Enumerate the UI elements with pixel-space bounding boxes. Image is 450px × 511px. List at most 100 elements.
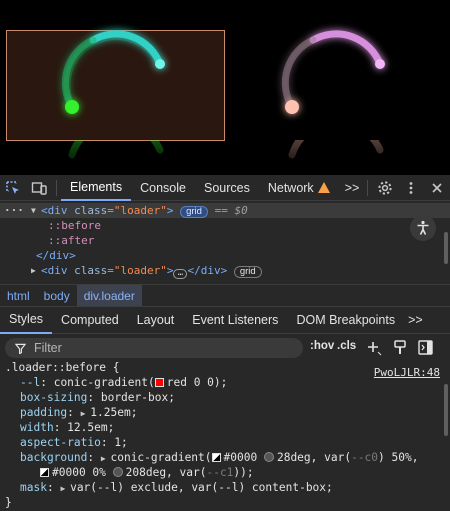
prop-name: width: [20, 421, 54, 434]
breadcrumb-body-label: body: [43, 288, 70, 303]
page-preview: [0, 0, 450, 175]
decl-background[interactable]: background: ▶ conic-gradient(#0000 28deg…: [20, 450, 418, 465]
prop-value: 28deg, var(: [276, 451, 352, 464]
expand-shorthand-icon[interactable]: ▶: [60, 484, 70, 493]
tree-node-close-div[interactable]: </div>: [0, 248, 450, 263]
decl-box-sizing[interactable]: box-sizing: border-box;: [20, 390, 175, 405]
tree-node-second-div[interactable]: ▶ <div class="loader">… </div> grid: [0, 263, 450, 279]
settings-gear-icon[interactable]: [372, 175, 398, 201]
collapsed-children-ellipsis[interactable]: …: [173, 269, 188, 279]
hov-toggle-button[interactable]: :hov: [310, 340, 334, 352]
more-tabs-button[interactable]: >>: [339, 175, 366, 201]
prop-value: ));: [233, 466, 254, 479]
rule-close-brace: }: [5, 495, 12, 510]
more-tabs-label: >>: [344, 180, 360, 195]
prop-value: ) 50%,: [378, 451, 419, 464]
breadcrumb: html body div.loader: [0, 284, 450, 307]
accessibility-icon[interactable]: [410, 215, 436, 241]
prop-name: box-sizing: [20, 391, 88, 404]
grid-badge[interactable]: grid: [233, 266, 262, 278]
prop-var-faded: --c0: [351, 451, 379, 464]
tab-console[interactable]: Console: [131, 175, 195, 201]
rule-selector-text: .loader::before {: [5, 361, 120, 374]
tab-dom-breakpoints-label: DOM Breakpoints: [296, 313, 396, 327]
tab-network[interactable]: Network: [259, 175, 339, 201]
expand-triangle-icon[interactable]: ▶: [31, 263, 36, 278]
grid-badge[interactable]: grid: [180, 206, 208, 218]
color-swatch-transparent[interactable]: [40, 468, 49, 477]
rule-source-link[interactable]: PwoLJLR:48: [374, 366, 440, 379]
tab-dom-breakpoints[interactable]: DOM Breakpoints: [287, 307, 404, 334]
decl-padding[interactable]: padding: ▶ 1.25em;: [20, 405, 137, 420]
warning-icon: [317, 182, 330, 193]
expand-shorthand-icon[interactable]: ▶: [81, 409, 91, 418]
elements-tree: ··· ▼ <div class="loader"> grid == $0 ::…: [0, 203, 450, 284]
prop-name: padding: [20, 406, 68, 419]
tab-layout[interactable]: Layout: [128, 307, 184, 334]
prop-value: 1;: [114, 436, 128, 449]
breadcrumb-html[interactable]: html: [0, 285, 37, 306]
rule-selector[interactable]: .loader::before {: [5, 360, 120, 375]
decl-background-cont[interactable]: #0000 0% 208deg, var(--c1));: [40, 465, 254, 480]
tab-network-label: Network: [267, 180, 314, 195]
prop-value: 208deg, var(: [125, 466, 207, 479]
tab-styles[interactable]: Styles: [0, 307, 53, 334]
decl-aspect-ratio[interactable]: aspect-ratio: 1;: [20, 435, 128, 450]
styles-scrollbar[interactable]: [444, 384, 448, 436]
prop-name: aspect-ratio: [20, 436, 101, 449]
prop-value: 1.25em;: [90, 406, 138, 419]
prop-var-faded: --c1: [206, 466, 234, 479]
prop-value: conic-gradient(: [53, 376, 155, 389]
tag-name: div: [47, 204, 68, 217]
collapse-triangle-icon[interactable]: ▼: [31, 203, 36, 218]
decl-mask[interactable]: mask: ▶ var(--l) exclude, var(--l) conte…: [20, 480, 333, 495]
color-swatch-red[interactable]: [154, 378, 164, 387]
tab-sources[interactable]: Sources: [195, 175, 259, 201]
tab-styles-label: Styles: [9, 312, 44, 326]
pseudo-before: ::before: [48, 219, 101, 232]
filter-box: [5, 338, 303, 358]
node-actions-ellipsis[interactable]: ···: [4, 203, 24, 218]
filter-input[interactable]: [34, 341, 284, 355]
cls-toggle-button[interactable]: .cls: [337, 340, 356, 352]
color-swatch-transparent[interactable]: [211, 453, 221, 462]
attr-value: "loader": [113, 264, 167, 277]
loader-ring-pink: [281, 30, 385, 114]
closing-tag: </div>: [36, 249, 76, 262]
filter-funnel-icon: [15, 343, 26, 354]
breadcrumb-html-label: html: [7, 288, 30, 303]
device-toolbar-icon[interactable]: [26, 175, 52, 201]
breadcrumb-div-loader[interactable]: div.loader: [76, 285, 142, 306]
more-subtabs-button[interactable]: >>: [404, 307, 427, 334]
inspect-element-icon[interactable]: [0, 175, 26, 201]
angle-swatch-icon[interactable]: [112, 467, 123, 477]
tab-layout-label: Layout: [136, 313, 175, 327]
kebab-menu-icon[interactable]: [398, 175, 424, 201]
tree-node-after[interactable]: ::after: [0, 233, 450, 248]
decl-l[interactable]: --l: conic-gradient(red 0 0);: [20, 375, 227, 390]
prop-value: border-box;: [100, 391, 175, 404]
prop-name: background: [20, 451, 88, 464]
tree-scrollbar[interactable]: [444, 232, 448, 264]
tab-event-listeners-label: Event Listeners: [192, 313, 279, 327]
toolbar-divider-right: [367, 180, 368, 196]
more-subtabs-label: >>: [408, 313, 423, 327]
prop-value: conic-gradient(: [110, 451, 212, 464]
toggle-sidebar-icon[interactable]: [418, 340, 433, 358]
angle-swatch-icon[interactable]: [263, 452, 274, 462]
prop-value: 12.5em;: [67, 421, 115, 434]
tab-event-listeners[interactable]: Event Listeners: [183, 307, 287, 334]
dollar-zero-indicator: == $0: [214, 204, 248, 217]
prop-name: mask: [20, 481, 47, 494]
rule-close-text: }: [5, 496, 12, 509]
close-icon[interactable]: [424, 175, 450, 201]
tree-node-selected-div[interactable]: ··· ▼ <div class="loader"> grid == $0: [0, 203, 450, 218]
breadcrumb-body[interactable]: body: [37, 285, 77, 306]
paint-brush-icon[interactable]: [393, 340, 407, 359]
tab-elements[interactable]: Elements: [61, 175, 132, 201]
decl-width[interactable]: width: 12.5em;: [20, 420, 114, 435]
new-style-rule-icon[interactable]: [366, 340, 382, 359]
loader-ring-green: [61, 30, 165, 114]
tree-node-before[interactable]: ::before: [0, 218, 450, 233]
tab-computed[interactable]: Computed: [52, 307, 128, 334]
